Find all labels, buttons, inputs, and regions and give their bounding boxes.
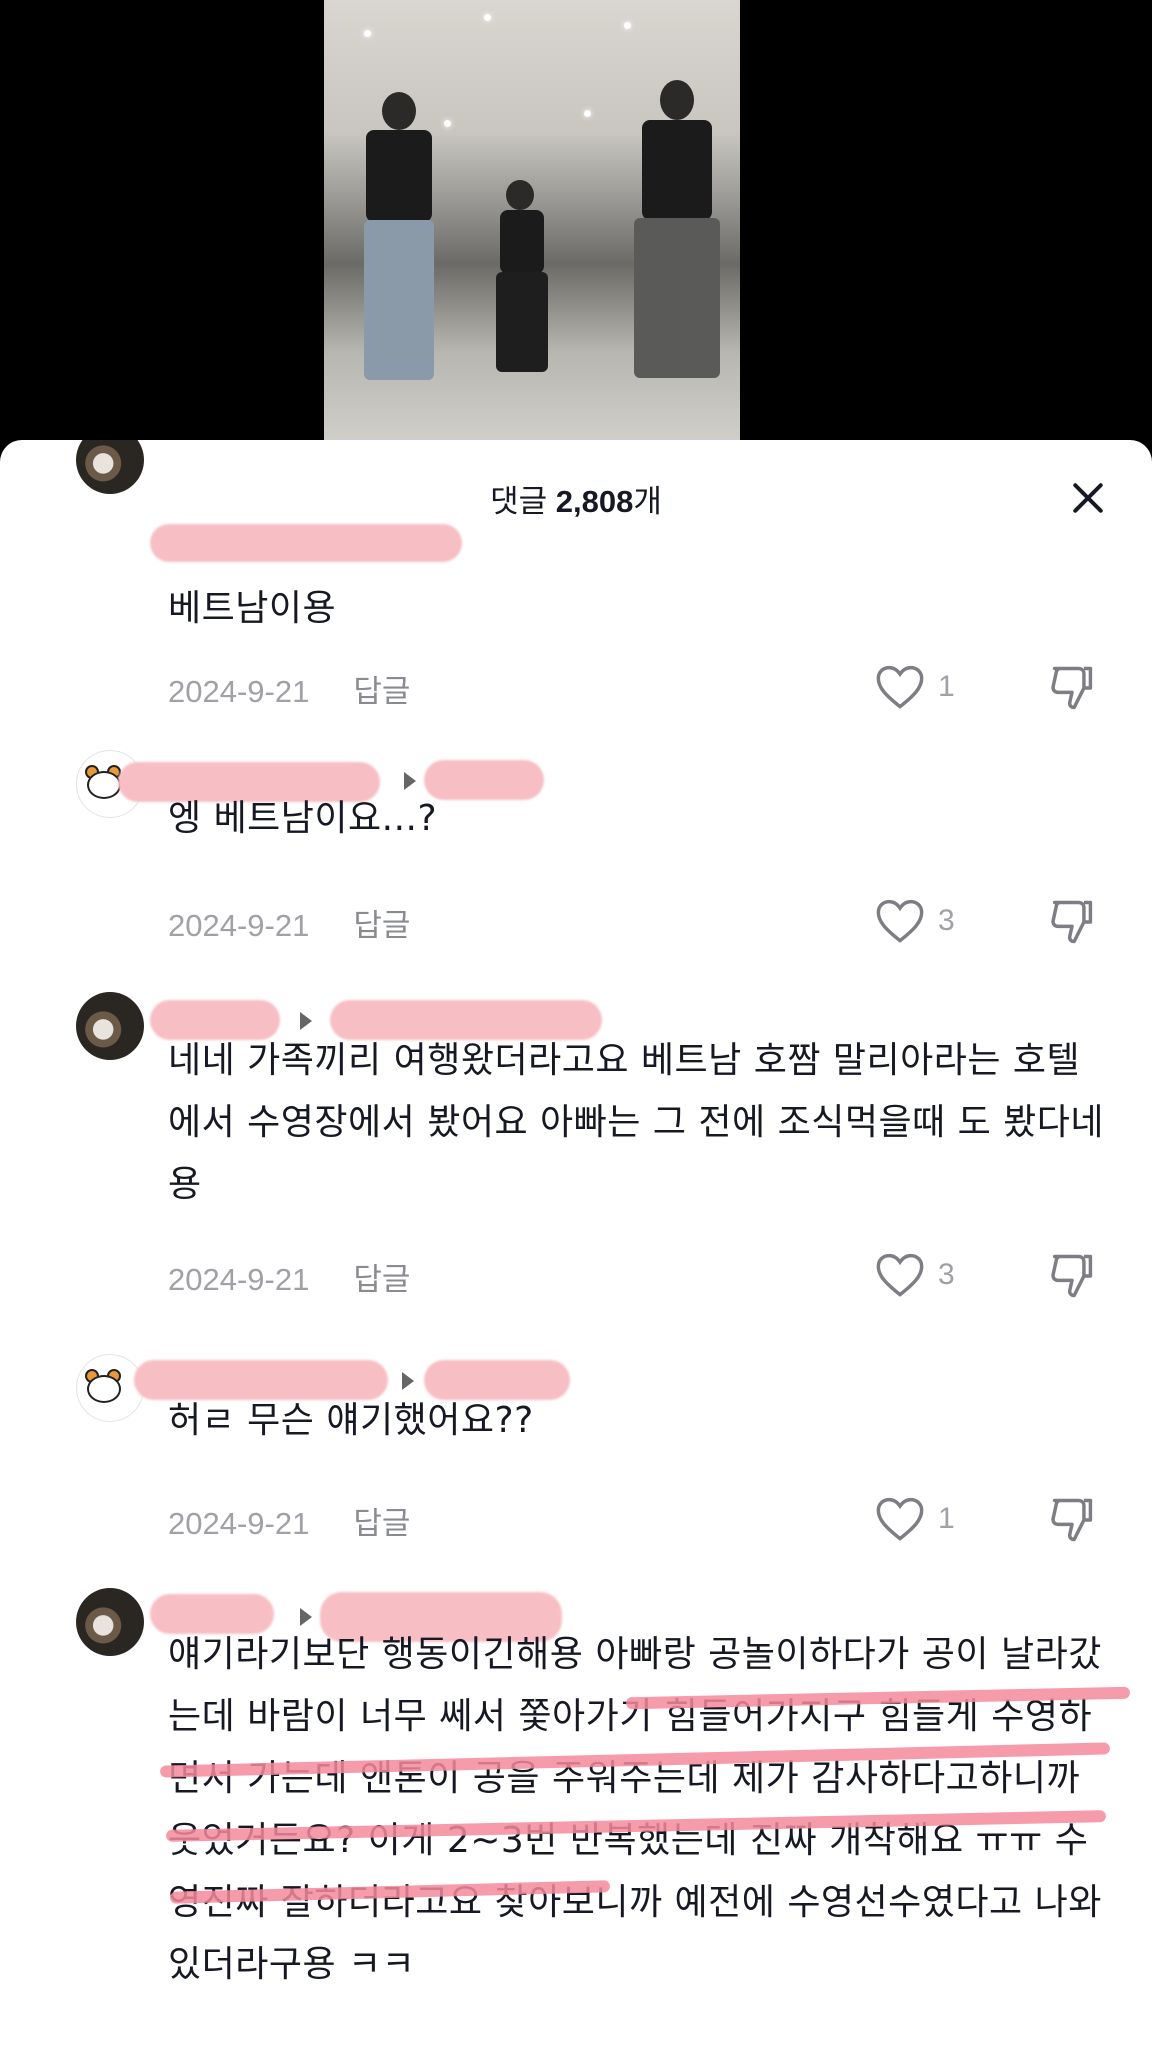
title-suffix: 개: [633, 484, 662, 519]
reply-button[interactable]: 답글: [353, 674, 410, 709]
reply-button[interactable]: 답글: [353, 1262, 410, 1297]
heart-icon: [876, 899, 924, 943]
heart-icon: [876, 1253, 924, 1297]
ceiling-light: [624, 22, 631, 29]
heart-icon: [876, 665, 924, 709]
comment-date: 2024-9-21: [168, 674, 310, 709]
ceiling-light: [484, 14, 491, 21]
comment-meta: 2024-9-21 답글: [168, 1254, 410, 1299]
close-icon[interactable]: [1064, 474, 1112, 522]
dislike-button[interactable]: [1046, 662, 1098, 714]
thumbs-down-icon: [1051, 1254, 1093, 1298]
comment-date: 2024-9-21: [168, 908, 310, 943]
like-count: 3: [938, 904, 955, 937]
redacted-username: [150, 524, 462, 562]
thumbs-down-icon: [1051, 1498, 1093, 1542]
comment-text: 얘기라기보단 행동이긴해용 아빠랑 공놀이하다가 공이 날라갔는데 바람이 너무…: [168, 1634, 1102, 1985]
like-count: 3: [938, 1258, 955, 1291]
comment-text: 네네 가족끼리 여행왔더라고요 베트남 호짬 말리아라는 호텔에서 수영장에서 …: [168, 1040, 1105, 1205]
like-button[interactable]: 3: [874, 1250, 994, 1300]
comment-date: 2024-9-21: [168, 1506, 310, 1541]
thumbs-down-icon: [1051, 900, 1093, 944]
comment-text: 베트남이용: [168, 588, 337, 629]
ceiling-light: [584, 110, 591, 117]
dancer-figure: [482, 180, 562, 380]
thumbs-down-icon: [1051, 666, 1093, 710]
video-player[interactable]: [0, 0, 1152, 460]
comment-meta: 2024-9-21 답글: [168, 666, 410, 711]
dislike-button[interactable]: [1046, 896, 1098, 948]
like-count: 1: [938, 670, 955, 703]
comment-count: 2,808: [555, 484, 634, 519]
like-button[interactable]: 1: [874, 662, 994, 712]
like-button[interactable]: 1: [874, 1494, 994, 1544]
dancer-figure: [344, 92, 454, 392]
ceiling-light: [364, 30, 371, 37]
play-arrow-icon: [300, 1012, 312, 1030]
comments-sheet: 댓글 2,808개 베트남이용 2024-9-21 답글 1 엥 베트남이요...…: [0, 440, 1152, 2048]
play-arrow-icon: [402, 1372, 414, 1390]
comment-meta: 2024-9-21 답글: [168, 1498, 410, 1543]
heart-icon: [876, 1497, 924, 1541]
dislike-button[interactable]: [1046, 1494, 1098, 1546]
comment-meta: 2024-9-21 답글: [168, 900, 410, 945]
reply-button[interactable]: 답글: [353, 908, 410, 943]
dancer-figure: [612, 80, 732, 390]
reply-button[interactable]: 답글: [353, 1506, 410, 1541]
user-avatar[interactable]: [76, 1354, 144, 1422]
title-label: 댓글: [490, 484, 548, 519]
like-button[interactable]: 3: [874, 896, 994, 946]
video-frame[interactable]: [324, 0, 740, 440]
comment-text: 허ㄹ 무슨 얘기했어요??: [168, 1400, 534, 1441]
user-avatar[interactable]: [76, 1588, 144, 1656]
dislike-button[interactable]: [1046, 1250, 1098, 1302]
user-avatar[interactable]: [76, 992, 144, 1060]
sheet-title: 댓글 2,808개: [0, 476, 1152, 521]
comment-date: 2024-9-21: [168, 1262, 310, 1297]
like-count: 1: [938, 1502, 955, 1535]
comment-text: 엥 베트남이요...?: [168, 798, 438, 839]
